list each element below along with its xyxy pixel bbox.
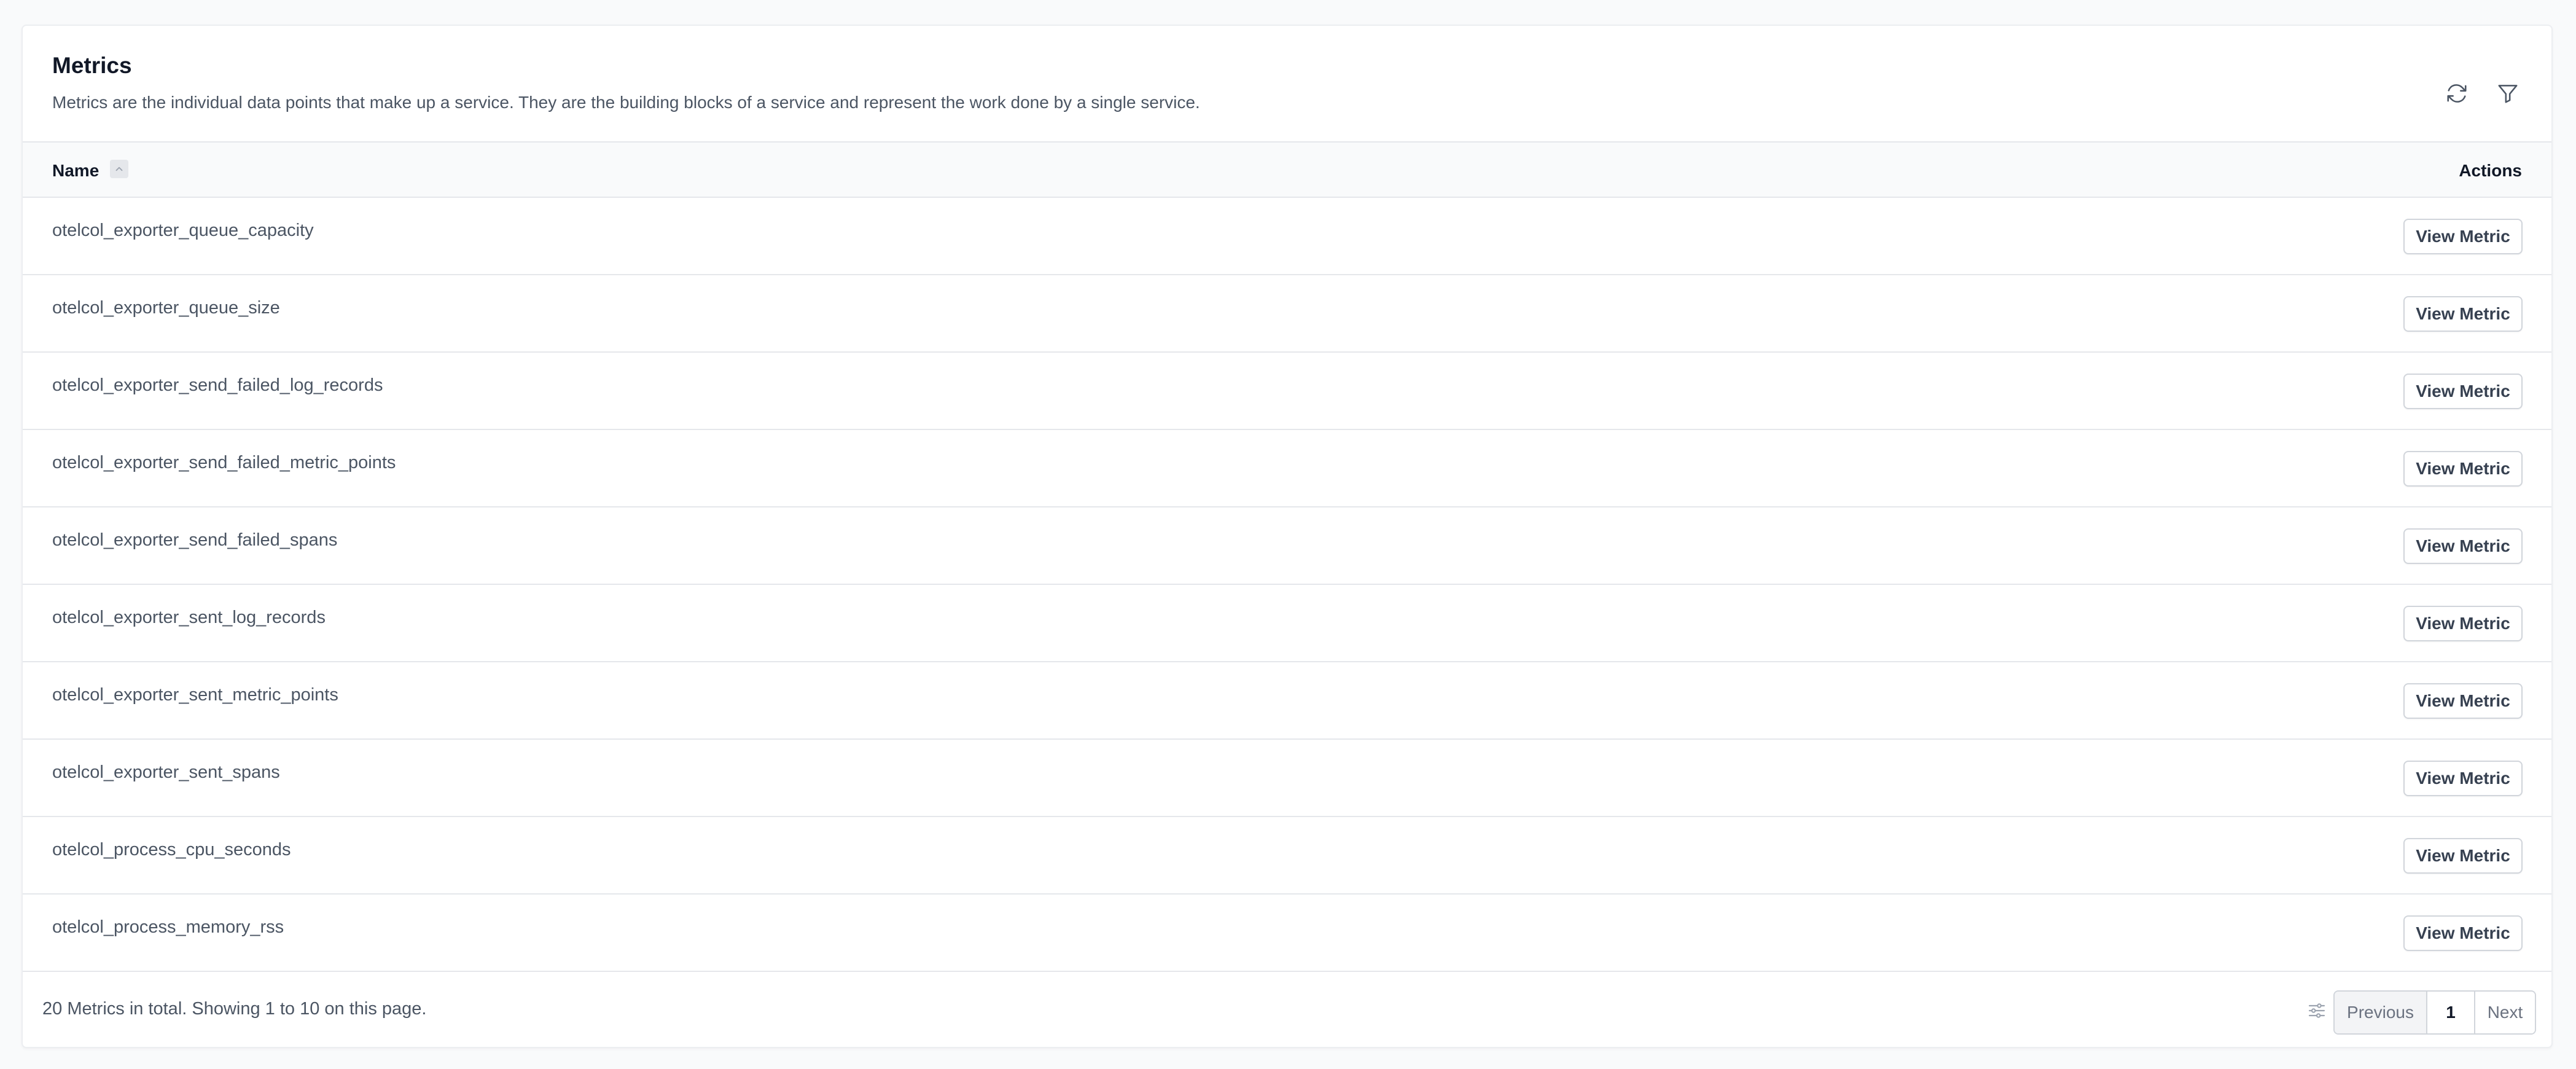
next-page-button[interactable]: Next [2475,992,2535,1033]
column-header-name[interactable]: Name [52,161,99,181]
view-metric-button[interactable]: View Metric [2403,219,2523,254]
view-metric-button[interactable]: View Metric [2403,451,2523,487]
filter-icon [2498,85,2518,103]
pagination: Previous 1 Next [2333,990,2536,1035]
table-body: otelcol_exporter_queue_capacity View Met… [23,198,2551,972]
view-metric-button[interactable]: View Metric [2403,761,2523,796]
column-header-actions: Actions [2459,161,2522,180]
view-metric-button[interactable]: View Metric [2403,528,2523,564]
table-row: otelcol_exporter_send_failed_log_records… [23,353,2551,430]
table-row: otelcol_exporter_sent_metric_points View… [23,662,2551,740]
metric-name: otelcol_process_cpu_seconds [52,840,291,860]
view-metric-button[interactable]: View Metric [2403,296,2523,332]
view-metric-button[interactable]: View Metric [2403,683,2523,719]
page-title: Metrics [52,53,132,78]
table-row: otelcol_exporter_send_failed_spans View … [23,507,2551,585]
metric-name: otelcol_exporter_sent_spans [52,762,280,782]
adjustments-icon [2308,1003,2325,1018]
table-header: Name Actions [23,143,2551,198]
table-settings-button[interactable] [2300,994,2333,1027]
filter-button[interactable] [2489,75,2526,112]
pagination-summary: 20 Metrics in total. Showing 1 to 10 on … [42,999,427,1019]
previous-page-button[interactable]: Previous [2335,992,2427,1033]
table-row: otelcol_exporter_queue_size View Metric [23,275,2551,353]
metrics-card: Metrics Metrics are the individual data … [21,25,2553,1048]
metric-name: otelcol_exporter_queue_size [52,298,280,318]
metric-name: otelcol_exporter_sent_log_records [52,608,326,627]
chevron-up-icon [115,166,123,171]
metric-name: otelcol_exporter_send_failed_spans [52,530,338,550]
metric-name: otelcol_exporter_send_failed_log_records [52,375,383,395]
metric-name: otelcol_exporter_queue_capacity [52,221,314,240]
refresh-button[interactable] [2438,75,2475,112]
table-row: otelcol_process_cpu_seconds View Metric [23,817,2551,895]
page-description: Metrics are the individual data points t… [52,93,1200,112]
refresh-icon [2447,84,2467,103]
sort-button[interactable] [110,160,128,178]
table-row: otelcol_process_memory_rss View Metric [23,895,2551,972]
table-row: otelcol_exporter_queue_capacity View Met… [23,198,2551,275]
view-metric-button[interactable]: View Metric [2403,606,2523,641]
current-page-button[interactable]: 1 [2427,992,2475,1033]
table-row: otelcol_exporter_sent_spans View Metric [23,740,2551,817]
metric-name: otelcol_exporter_send_failed_metric_poin… [52,453,396,472]
table-row: otelcol_exporter_send_failed_metric_poin… [23,430,2551,507]
view-metric-button[interactable]: View Metric [2403,374,2523,409]
table-row: otelcol_exporter_sent_log_records View M… [23,585,2551,662]
card-header: Metrics Metrics are the individual data … [23,26,2551,143]
view-metric-button[interactable]: View Metric [2403,915,2523,951]
metric-name: otelcol_exporter_sent_metric_points [52,685,338,705]
view-metric-button[interactable]: View Metric [2403,838,2523,874]
table-footer: 20 Metrics in total. Showing 1 to 10 on … [23,972,2551,1047]
metric-name: otelcol_process_memory_rss [52,917,284,937]
